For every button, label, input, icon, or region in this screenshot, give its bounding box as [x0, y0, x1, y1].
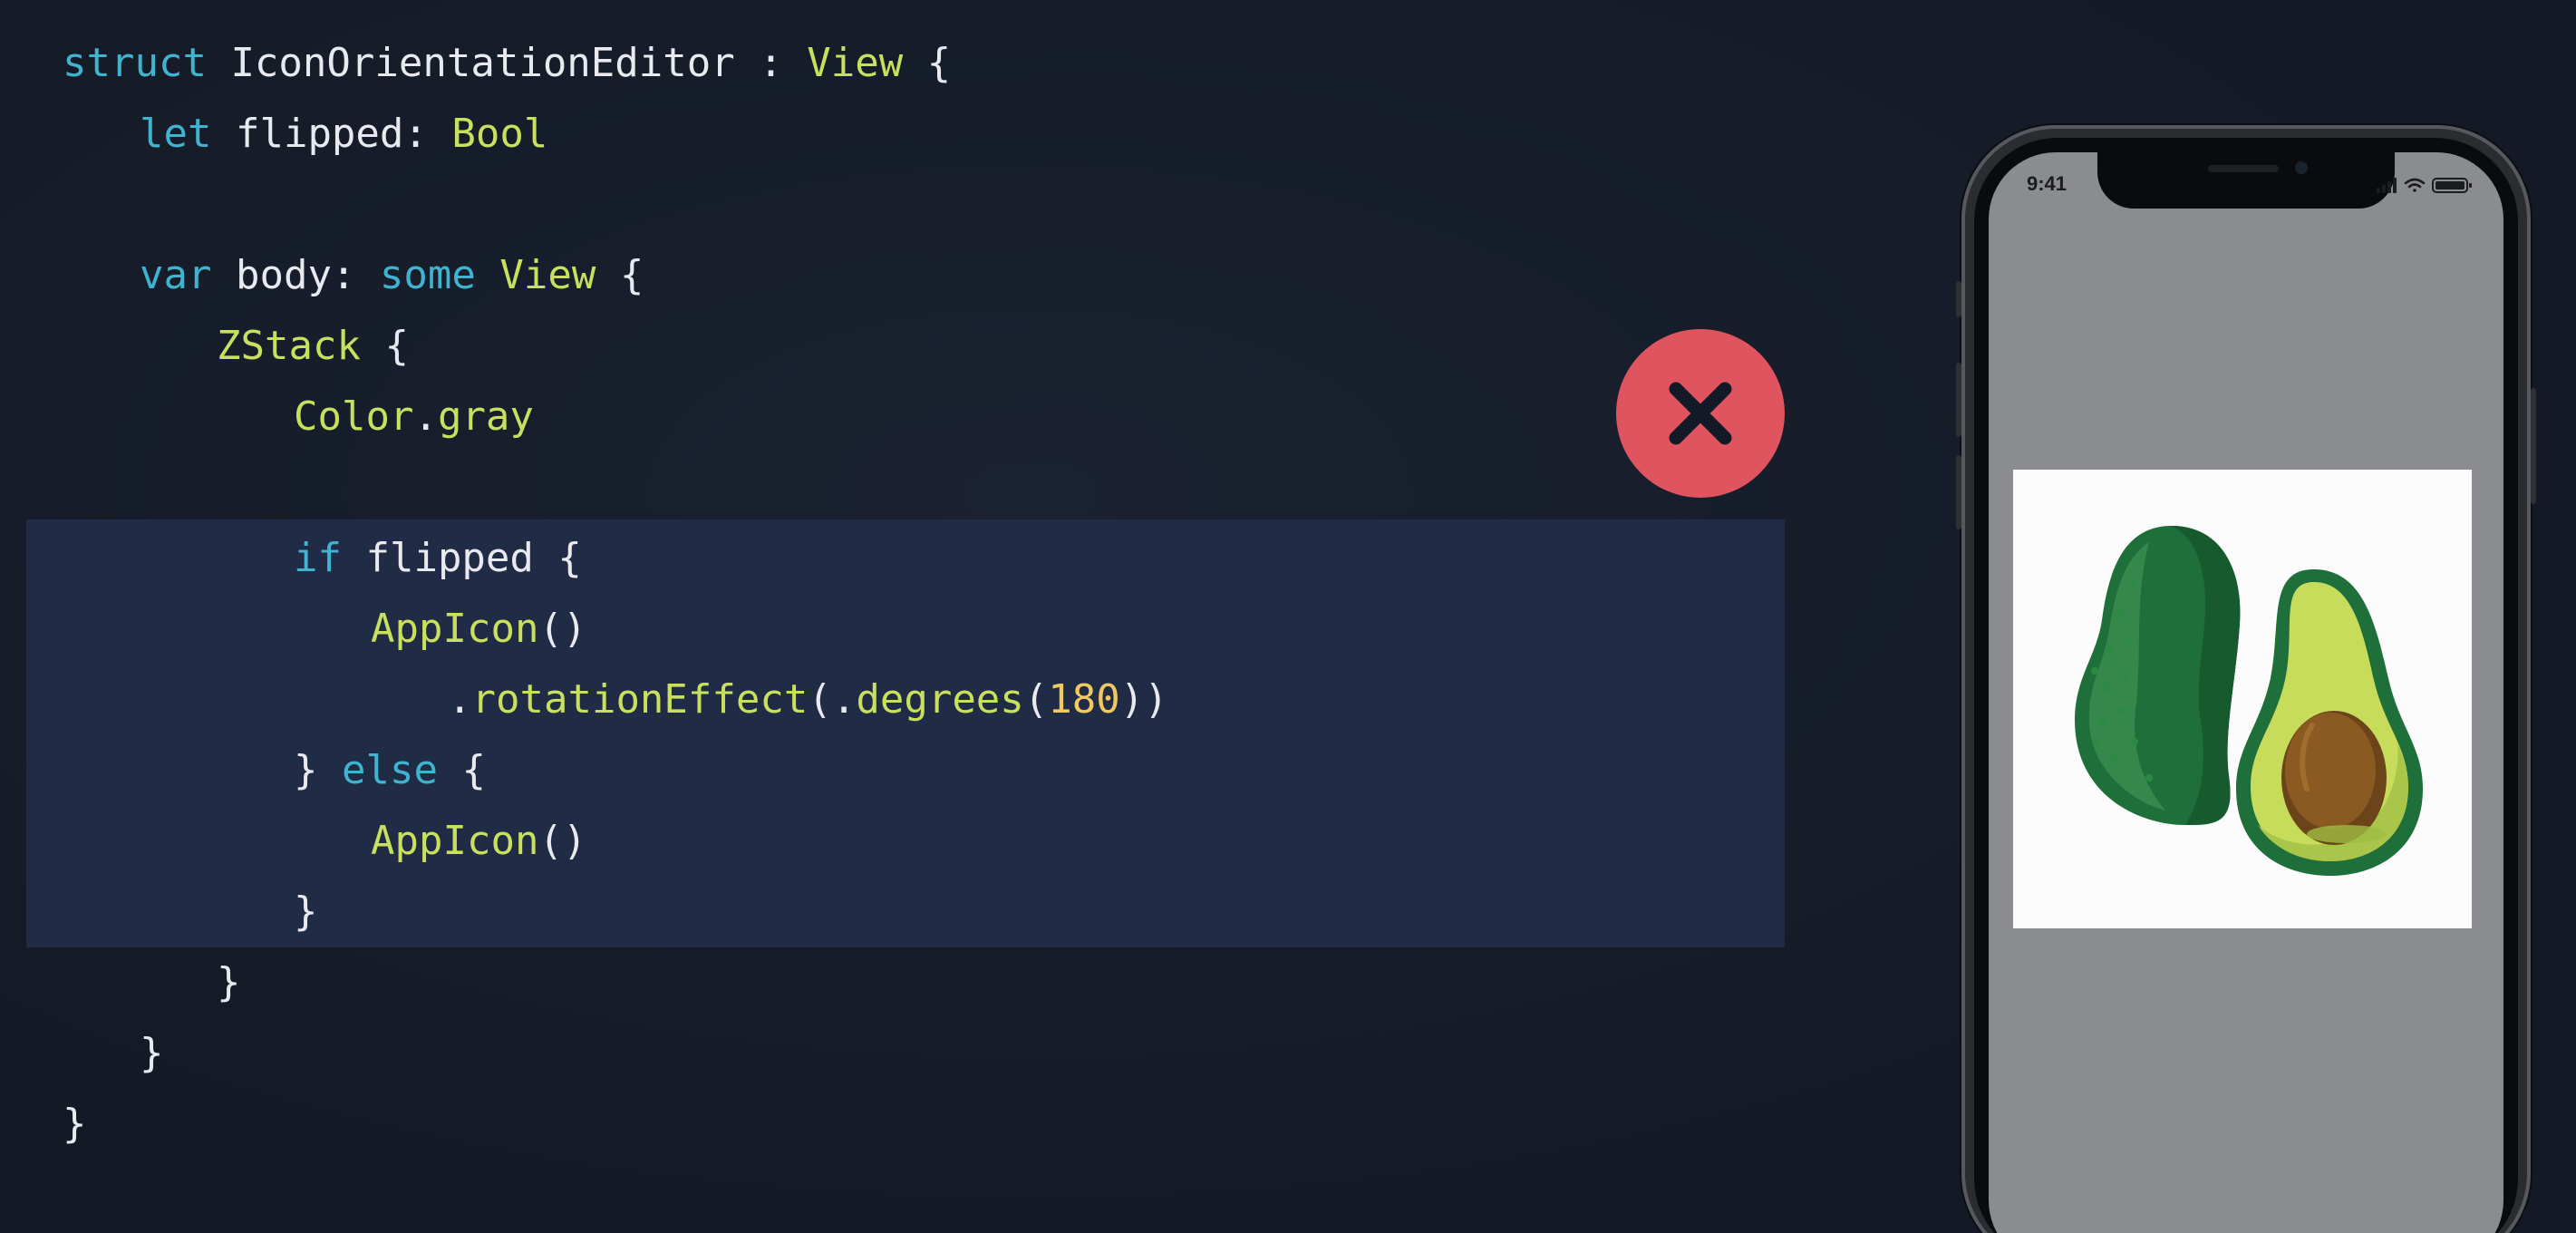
signal-icon: [2377, 178, 2397, 193]
power-button: [2531, 388, 2536, 504]
code-token: (): [538, 818, 587, 864]
code-token: Bool: [451, 111, 548, 157]
code-token: gray: [437, 393, 534, 440]
code-token: .: [448, 676, 472, 723]
code-token: {: [437, 747, 486, 793]
battery-icon: [2432, 178, 2472, 193]
front-camera: [2295, 161, 2308, 174]
code-token: }: [140, 1030, 164, 1076]
code-token: {: [903, 40, 952, 86]
code-token: rotationEffect: [471, 676, 809, 723]
code-token: (: [1023, 676, 1049, 723]
slide: struct IconOrientationEditor : View { let…: [0, 0, 2576, 1233]
code-token: (.: [808, 676, 857, 723]
code-token: }: [294, 888, 318, 935]
code-token: else: [342, 747, 438, 793]
code-token: {: [360, 323, 409, 369]
code-line: } else {: [294, 743, 486, 798]
code-line: let flipped: Bool: [140, 107, 547, 161]
code-token: }: [63, 1101, 87, 1147]
code-line: if flipped {: [294, 531, 582, 586]
code-token: View: [807, 40, 904, 86]
code-line: var body: some View {: [140, 248, 644, 303]
code-token: IconOrientationEditor :: [206, 40, 808, 86]
close-icon: [1669, 382, 1732, 445]
code-line: }: [63, 1097, 87, 1151]
wifi-icon: [2404, 178, 2426, 192]
code-token: ZStack: [217, 323, 361, 369]
phone-screen: 9:41: [1989, 152, 2503, 1233]
code-line: Color.gray: [294, 390, 534, 444]
code-line: }: [294, 885, 318, 939]
code-line: }: [217, 956, 241, 1010]
code-token: body:: [211, 252, 380, 298]
code-token: AppIcon: [371, 606, 539, 652]
code-line: struct IconOrientationEditor : View {: [63, 36, 951, 91]
app-icon-card: [2013, 470, 2472, 928]
iphone-preview: 9:41: [1956, 125, 2536, 1233]
code-token: {: [596, 252, 644, 298]
volume-up-button: [1956, 363, 1961, 437]
status-time: 9:41: [2027, 172, 2068, 195]
code-token: flipped {: [341, 535, 582, 581]
code-token: .: [413, 393, 438, 440]
code-token: degrees: [856, 676, 1024, 723]
error-badge: [1616, 329, 1785, 498]
code-token: )): [1119, 676, 1168, 723]
code-line: AppIcon(): [371, 602, 586, 656]
code-line: ZStack {: [217, 319, 409, 374]
avocado-icon: [2075, 526, 2423, 876]
code-token: (): [538, 606, 587, 652]
code-token: let: [140, 111, 212, 157]
code-token: var: [140, 252, 212, 298]
volume-down-button: [1956, 455, 1961, 529]
code-token: struct: [63, 40, 207, 86]
code-token: }: [294, 747, 318, 793]
code-token: 180: [1048, 676, 1120, 723]
code-token: some: [379, 252, 476, 298]
mute-switch: [1956, 281, 1961, 317]
code-token: Color: [294, 393, 414, 440]
notch: [2097, 152, 2395, 209]
code-line: }: [140, 1026, 164, 1081]
code-token: flipped:: [211, 111, 452, 157]
speaker-grille: [2208, 165, 2279, 172]
code-token: AppIcon: [371, 818, 539, 864]
code-line: .rotationEffect(.degrees(180)): [448, 673, 1168, 727]
code-token: if: [294, 535, 342, 581]
code-token: View: [499, 252, 596, 298]
code-block: struct IconOrientationEditor : View { let…: [0, 0, 1813, 1233]
status-icons: [2377, 178, 2472, 193]
code-line: AppIcon(): [371, 814, 586, 869]
code-token: }: [217, 959, 241, 1005]
